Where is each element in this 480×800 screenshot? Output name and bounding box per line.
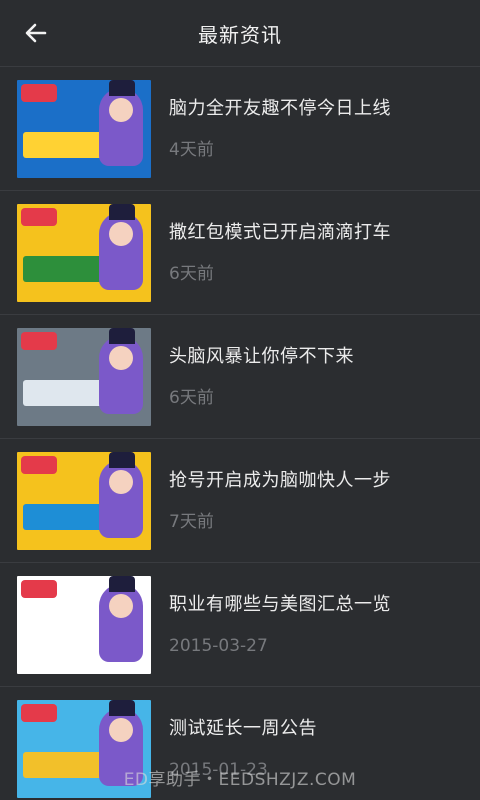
news-meta: 头脑风暴让你停不下来 6天前 [169,345,354,409]
news-list: 脑力全开友趣不停今日上线 4天前 撒红包模式已开启滴滴打车 6天前 头脑风暴让你停不下来… [0,67,480,800]
news-meta: 抢号开启成为脑咖快人一步 7天前 [169,469,391,533]
watermark: ED享助手・EEDSHZJZ.COM [123,770,357,790]
news-date: 4天前 [169,139,214,160]
news-date: 6天前 [169,263,214,284]
app-screen: 最新资讯 脑力全开友趣不停今日上线 4天前 撒红包模式已开启滴滴打车 6天前 头脑风暴让… [0,0,480,800]
news-title: 抢号开启成为脑咖快人一步 [169,469,391,491]
news-thumbnail [17,575,151,674]
news-thumbnail [17,79,151,178]
news-title: 职业有哪些与美图汇总一览 [169,593,391,615]
news-title: 头脑风暴让你停不下来 [169,345,354,367]
news-thumbnail [17,203,151,302]
news-date: 7天前 [169,511,214,532]
news-title: 测试延长一周公告 [169,717,317,739]
news-thumbnail [17,327,151,426]
news-item[interactable]: 职业有哪些与美图汇总一览 2015-03-27 [0,563,480,687]
news-meta: 脑力全开友趣不停今日上线 4天前 [169,97,391,161]
news-date: 2015-03-27 [169,635,268,656]
news-title: 脑力全开友趣不停今日上线 [169,97,391,119]
page-title: 最新资讯 [198,22,282,47]
news-item[interactable]: 头脑风暴让你停不下来 6天前 [0,315,480,439]
news-meta: 职业有哪些与美图汇总一览 2015-03-27 [169,593,391,657]
top-bar: 最新资讯 [0,0,480,67]
news-item[interactable]: 抢号开启成为脑咖快人一步 7天前 [0,439,480,563]
news-title: 撒红包模式已开启滴滴打车 [169,221,391,243]
back-button[interactable] [14,11,58,55]
news-item[interactable]: 脑力全开友趣不停今日上线 4天前 [0,67,480,191]
news-thumbnail [17,451,151,550]
news-meta: 撒红包模式已开启滴滴打车 6天前 [169,221,391,285]
news-date: 6天前 [169,387,214,408]
arrow-left-icon [25,23,47,43]
news-item[interactable]: 撒红包模式已开启滴滴打车 6天前 [0,191,480,315]
